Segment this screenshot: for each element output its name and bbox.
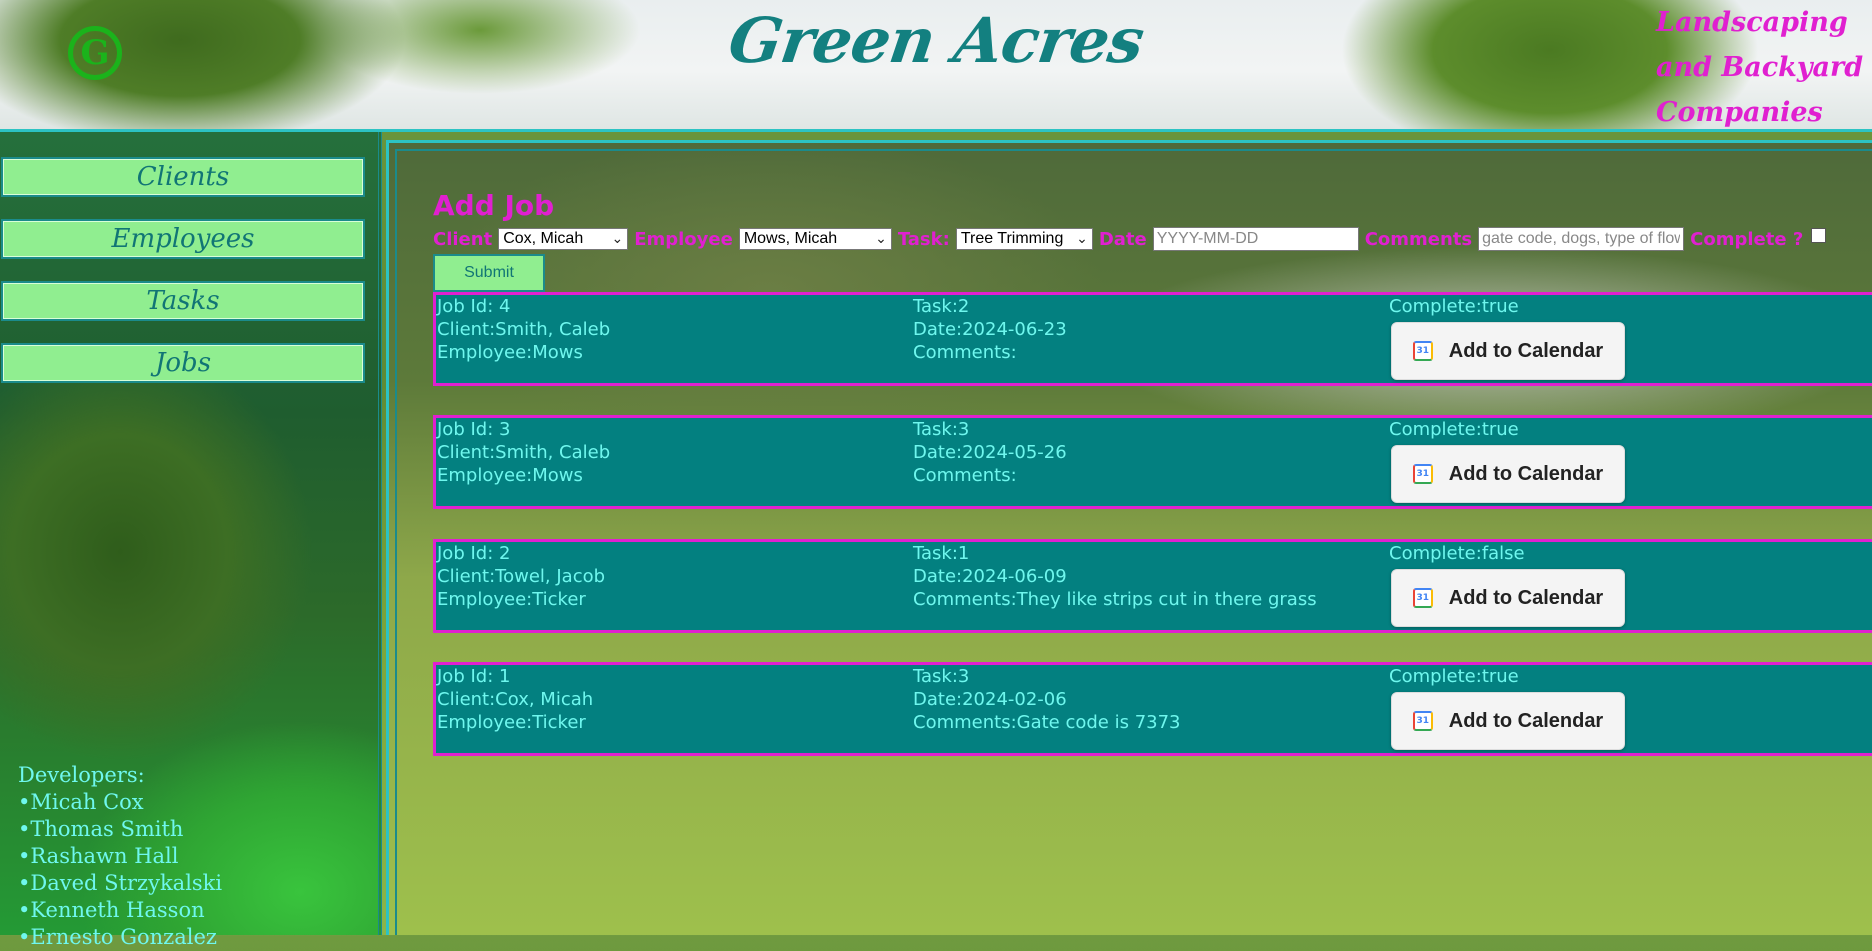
job-col-1: Job Id: 4 Client:Smith, Caleb Employee:M… — [437, 295, 610, 364]
job-employee: Employee:Ticker — [437, 712, 586, 733]
job-date: Date:2024-06-09 — [913, 566, 1067, 587]
job-client: Client:Cox, Micah — [437, 689, 594, 710]
brand-title: Green Acres — [724, 4, 1148, 77]
client-label: Client — [433, 228, 493, 250]
comments-input[interactable] — [1478, 227, 1685, 251]
job-id: Job Id: 2 — [437, 543, 511, 564]
job-client: Client:Smith, Caleb — [437, 442, 611, 463]
submit-button[interactable]: Submit — [433, 254, 545, 292]
add-to-calendar-label: Add to Calendar — [1448, 709, 1604, 732]
job-col-2: Task:1 Date:2024-06-09 Comments:They lik… — [913, 542, 1317, 611]
task-select-value: Tree Trimming — [960, 230, 1064, 247]
job-comments: Comments: — [913, 465, 1017, 486]
developers-title: Developers: — [18, 763, 145, 787]
developer-name: •Kenneth Hasson — [18, 898, 205, 922]
job-employee: Employee:Mows — [437, 342, 583, 363]
add-to-calendar-button[interactable]: 31 Add to Calendar — [1391, 692, 1625, 750]
job-col-3: Complete:true — [1389, 418, 1519, 441]
job-client: Client:Smith, Caleb — [437, 319, 611, 340]
nav-tasks-button[interactable]: Tasks — [1, 281, 365, 321]
job-date: Date:2024-06-23 — [913, 319, 1067, 340]
developer-name: •Daved Strzykalski — [18, 871, 223, 895]
job-col-1: Job Id: 2 Client:Towel, Jacob Employee:T… — [437, 542, 605, 611]
job-col-2: Task:3 Date:2024-02-06 Comments:Gate cod… — [913, 665, 1181, 734]
nav-jobs-button[interactable]: Jobs — [1, 343, 365, 383]
job-date: Date:2024-02-06 — [913, 689, 1067, 710]
comments-label: Comments — [1364, 228, 1473, 250]
job-id: Job Id: 4 — [437, 296, 511, 317]
job-task: Task:2 — [913, 296, 970, 317]
job-card: Job Id: 4 Client:Smith, Caleb Employee:M… — [433, 292, 1872, 386]
add-to-calendar-label: Add to Calendar — [1448, 462, 1604, 485]
job-card: Job Id: 2 Client:Towel, Jacob Employee:T… — [433, 539, 1872, 633]
job-complete: Complete:false — [1389, 543, 1525, 564]
add-to-calendar-label: Add to Calendar — [1448, 586, 1604, 609]
developer-name: •Rashawn Hall — [18, 844, 179, 868]
job-complete: Complete:true — [1389, 296, 1519, 317]
developer-name: •Ernesto Gonzalez — [18, 925, 217, 949]
job-col-2: Task:3 Date:2024-05-26 Comments: — [913, 418, 1067, 487]
job-id: Job Id: 3 — [437, 419, 511, 440]
employee-label: Employee — [634, 228, 733, 250]
nav-clients-button[interactable]: Clients — [1, 157, 365, 197]
job-card: Job Id: 3 Client:Smith, Caleb Employee:M… — [433, 415, 1872, 509]
chevron-down-icon: ⌄ — [1076, 230, 1088, 246]
job-col-3: Complete:true — [1389, 665, 1519, 688]
add-to-calendar-button[interactable]: 31 Add to Calendar — [1391, 569, 1625, 627]
job-col-3: Complete:true — [1389, 295, 1519, 318]
complete-checkbox[interactable] — [1811, 227, 1827, 243]
job-col-1: Job Id: 1 Client:Cox, Micah Employee:Tic… — [437, 665, 593, 734]
client-select[interactable]: Cox, Micah ⌄ — [498, 228, 629, 250]
google-calendar-icon: 31 — [1412, 341, 1433, 361]
job-task: Task:1 — [913, 543, 970, 564]
job-comments: Comments:They like strips cut in there g… — [913, 589, 1317, 610]
task-select[interactable]: Tree Trimming ⌄ — [955, 228, 1093, 250]
job-complete: Complete:true — [1389, 419, 1519, 440]
date-input[interactable] — [1152, 227, 1359, 251]
add-job-title: Add Job — [433, 189, 555, 222]
tagline-line: Companies — [1656, 97, 1823, 128]
job-comments: Comments: — [913, 342, 1017, 363]
job-id: Job Id: 1 — [437, 666, 511, 687]
job-col-3: Complete:false — [1389, 542, 1525, 565]
google-calendar-icon: 31 — [1412, 588, 1433, 608]
tagline-line: and Backyard Care — [1656, 52, 1872, 83]
employee-select[interactable]: Mows, Micah ⌄ — [738, 228, 892, 250]
developers-list: Developers: •Micah Cox •Thomas Smith •Ra… — [18, 762, 222, 951]
chevron-down-icon: ⌄ — [611, 230, 624, 246]
job-task: Task:3 — [913, 666, 970, 687]
job-col-1: Job Id: 3 Client:Smith, Caleb Employee:M… — [437, 418, 610, 487]
sidebar: Clients Employees Tasks Jobs Developers:… — [0, 132, 382, 949]
client-select-value: Cox, Micah — [503, 230, 584, 247]
developer-name: •Thomas Smith — [18, 817, 184, 841]
google-calendar-icon: 31 — [1412, 464, 1433, 484]
main-content: Add Job Client Cox, Micah ⌄ Employee Mow… — [386, 140, 1872, 935]
add-job-form: Client Cox, Micah ⌄ Employee Mows, Micah… — [433, 226, 1827, 252]
add-to-calendar-button[interactable]: 31 Add to Calendar — [1391, 445, 1625, 503]
chevron-down-icon: ⌄ — [875, 230, 887, 246]
job-date: Date:2024-05-26 — [913, 442, 1067, 463]
job-comments: Comments:Gate code is 7373 — [913, 712, 1181, 733]
add-to-calendar-label: Add to Calendar — [1448, 339, 1604, 362]
date-label: Date — [1098, 228, 1147, 250]
google-calendar-icon: 31 — [1412, 711, 1433, 731]
tagline: Landscaping and Backyard Care Companies — [1656, 0, 1872, 135]
nav-employees-button[interactable]: Employees — [1, 219, 365, 259]
job-employee: Employee:Ticker — [437, 589, 586, 610]
job-client: Client:Towel, Jacob — [437, 566, 606, 587]
add-to-calendar-button[interactable]: 31 Add to Calendar — [1391, 322, 1625, 380]
complete-label: Complete ? — [1690, 228, 1804, 250]
job-col-2: Task:2 Date:2024-06-23 Comments: — [913, 295, 1067, 364]
job-card: Job Id: 1 Client:Cox, Micah Employee:Tic… — [433, 662, 1872, 756]
task-label: Task: — [897, 228, 950, 250]
employee-select-value: Mows, Micah — [743, 230, 838, 247]
developer-name: •Micah Cox — [18, 790, 144, 814]
tagline-line: Landscaping — [1656, 7, 1848, 38]
job-employee: Employee:Mows — [437, 465, 583, 486]
main-panel: Add Job Client Cox, Micah ⌄ Employee Mow… — [395, 149, 1872, 935]
job-complete: Complete:true — [1389, 666, 1519, 687]
job-task: Task:3 — [913, 419, 970, 440]
header: G Green Acres Landscaping and Backyard C… — [0, 0, 1872, 132]
